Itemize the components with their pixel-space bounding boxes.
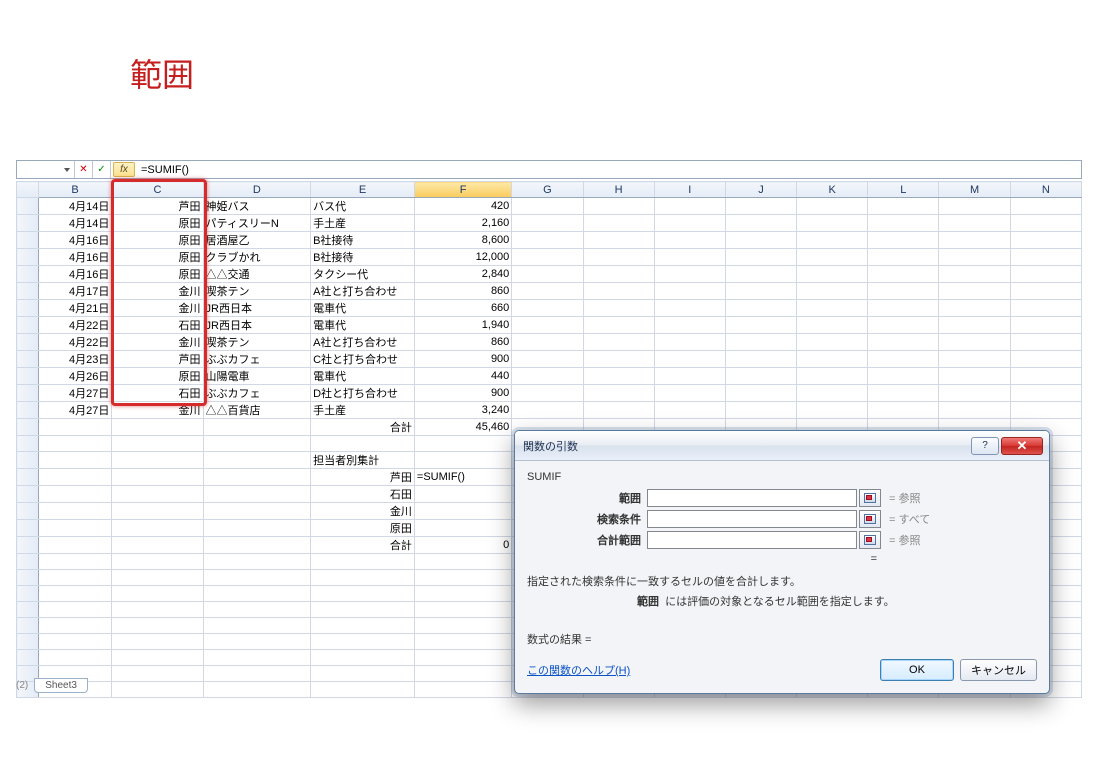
- col-header-L[interactable]: L: [868, 182, 939, 198]
- help-button[interactable]: ?: [971, 437, 999, 455]
- sheet-tabs: (2) Sheet3: [16, 678, 88, 693]
- formula-bar: ✕ ✓ fx =SUMIF(): [16, 160, 1082, 179]
- arg-row: 合計範囲 = 参照: [527, 531, 1037, 549]
- range-selector-button[interactable]: [859, 510, 881, 528]
- table-row[interactable]: 4月16日 原田 △△交通 タクシー代 2,840: [17, 266, 1082, 283]
- arg-input-1[interactable]: [647, 510, 857, 528]
- table-row[interactable]: 4月27日 石田 ぶぶカフェ D社と打ち合わせ 900: [17, 385, 1082, 402]
- sheet-info: (2): [16, 680, 28, 691]
- argument-description: 範囲 には評価の対象となるセル範囲を指定します。: [527, 593, 1037, 609]
- range-icon: [864, 493, 876, 503]
- col-header-N[interactable]: N: [1010, 182, 1081, 198]
- range-icon: [864, 535, 876, 545]
- arg-label: 範囲: [527, 490, 647, 506]
- arg-input-2[interactable]: [647, 531, 857, 549]
- table-row[interactable]: 4月27日 金川 △△百貨店 手土産 3,240: [17, 402, 1082, 419]
- annotation-text: 範囲: [130, 50, 194, 96]
- arg-hint: = すべて: [881, 511, 930, 527]
- table-row[interactable]: 4月23日 芦田 ぶぶカフェ C社と打ち合わせ 900: [17, 351, 1082, 368]
- range-icon: [864, 514, 876, 524]
- equals-label: =: [527, 553, 1037, 565]
- ok-button[interactable]: OK: [880, 659, 954, 681]
- arg-hint: = 参照: [881, 532, 920, 548]
- table-row[interactable]: 4月17日 金川 喫茶テン A社と打ち合わせ 860: [17, 283, 1082, 300]
- col-header-D[interactable]: D: [203, 182, 311, 198]
- range-selector-button[interactable]: [859, 489, 881, 507]
- col-header-J[interactable]: J: [725, 182, 796, 198]
- arg-input-0[interactable]: [647, 489, 857, 507]
- table-row[interactable]: 4月14日 原田 パティスリーN 手土産 2,160: [17, 215, 1082, 232]
- table-row[interactable]: 4月16日 原田 クラブかれ B社接待 12,000: [17, 249, 1082, 266]
- sheet-tab[interactable]: Sheet3: [34, 678, 88, 693]
- dialog-title: 関数の引数: [521, 438, 969, 454]
- col-header-B[interactable]: B: [38, 182, 112, 198]
- col-header-K[interactable]: K: [797, 182, 868, 198]
- col-header-C[interactable]: C: [112, 182, 203, 198]
- function-name: SUMIF: [527, 471, 1037, 483]
- table-row[interactable]: 4月22日 石田 JR西日本 電車代 1,940: [17, 317, 1082, 334]
- table-row[interactable]: 4月14日 芦田 神姫バス バス代 420: [17, 198, 1082, 215]
- help-link[interactable]: この関数のヘルプ(H): [527, 662, 630, 678]
- chevron-down-icon: [64, 168, 70, 172]
- col-header-I[interactable]: I: [654, 182, 725, 198]
- enter-button[interactable]: ✓: [93, 161, 111, 178]
- cancel-dialog-button[interactable]: キャンセル: [960, 659, 1037, 681]
- close-button[interactable]: ✕: [1001, 437, 1043, 455]
- table-row[interactable]: 4月16日 原田 居酒屋乙 B社接待 8,600: [17, 232, 1082, 249]
- table-row[interactable]: 4月22日 金川 喫茶テン A社と打ち合わせ 860: [17, 334, 1082, 351]
- function-arguments-dialog: 関数の引数 ? ✕ SUMIF 範囲 = 参照 検索条件 = すべて 合計範囲 …: [514, 430, 1050, 694]
- arg-label: 合計範囲: [527, 532, 647, 548]
- formula-result: 数式の結果 =: [527, 631, 1037, 647]
- col-header-G[interactable]: G: [512, 182, 583, 198]
- range-selector-button[interactable]: [859, 531, 881, 549]
- function-description: 指定された検索条件に一致するセルの値を合計します。: [527, 573, 1037, 589]
- col-header-M[interactable]: M: [939, 182, 1010, 198]
- dialog-titlebar[interactable]: 関数の引数 ? ✕: [515, 431, 1049, 461]
- table-row[interactable]: 4月26日 原田 山陽電車 電車代 440: [17, 368, 1082, 385]
- arg-label: 検索条件: [527, 511, 647, 527]
- col-header-F[interactable]: F: [414, 182, 511, 198]
- arg-row: 検索条件 = すべて: [527, 510, 1037, 528]
- name-box[interactable]: [17, 161, 75, 178]
- arg-hint: = 参照: [881, 490, 920, 506]
- insert-function-button[interactable]: fx: [113, 162, 135, 177]
- formula-input[interactable]: =SUMIF(): [137, 164, 1081, 176]
- col-header-H[interactable]: H: [583, 182, 654, 198]
- arg-row: 範囲 = 参照: [527, 489, 1037, 507]
- table-row[interactable]: 4月21日 金川 JR西日本 電車代 660: [17, 300, 1082, 317]
- col-header-E[interactable]: E: [311, 182, 415, 198]
- cancel-button[interactable]: ✕: [75, 161, 93, 178]
